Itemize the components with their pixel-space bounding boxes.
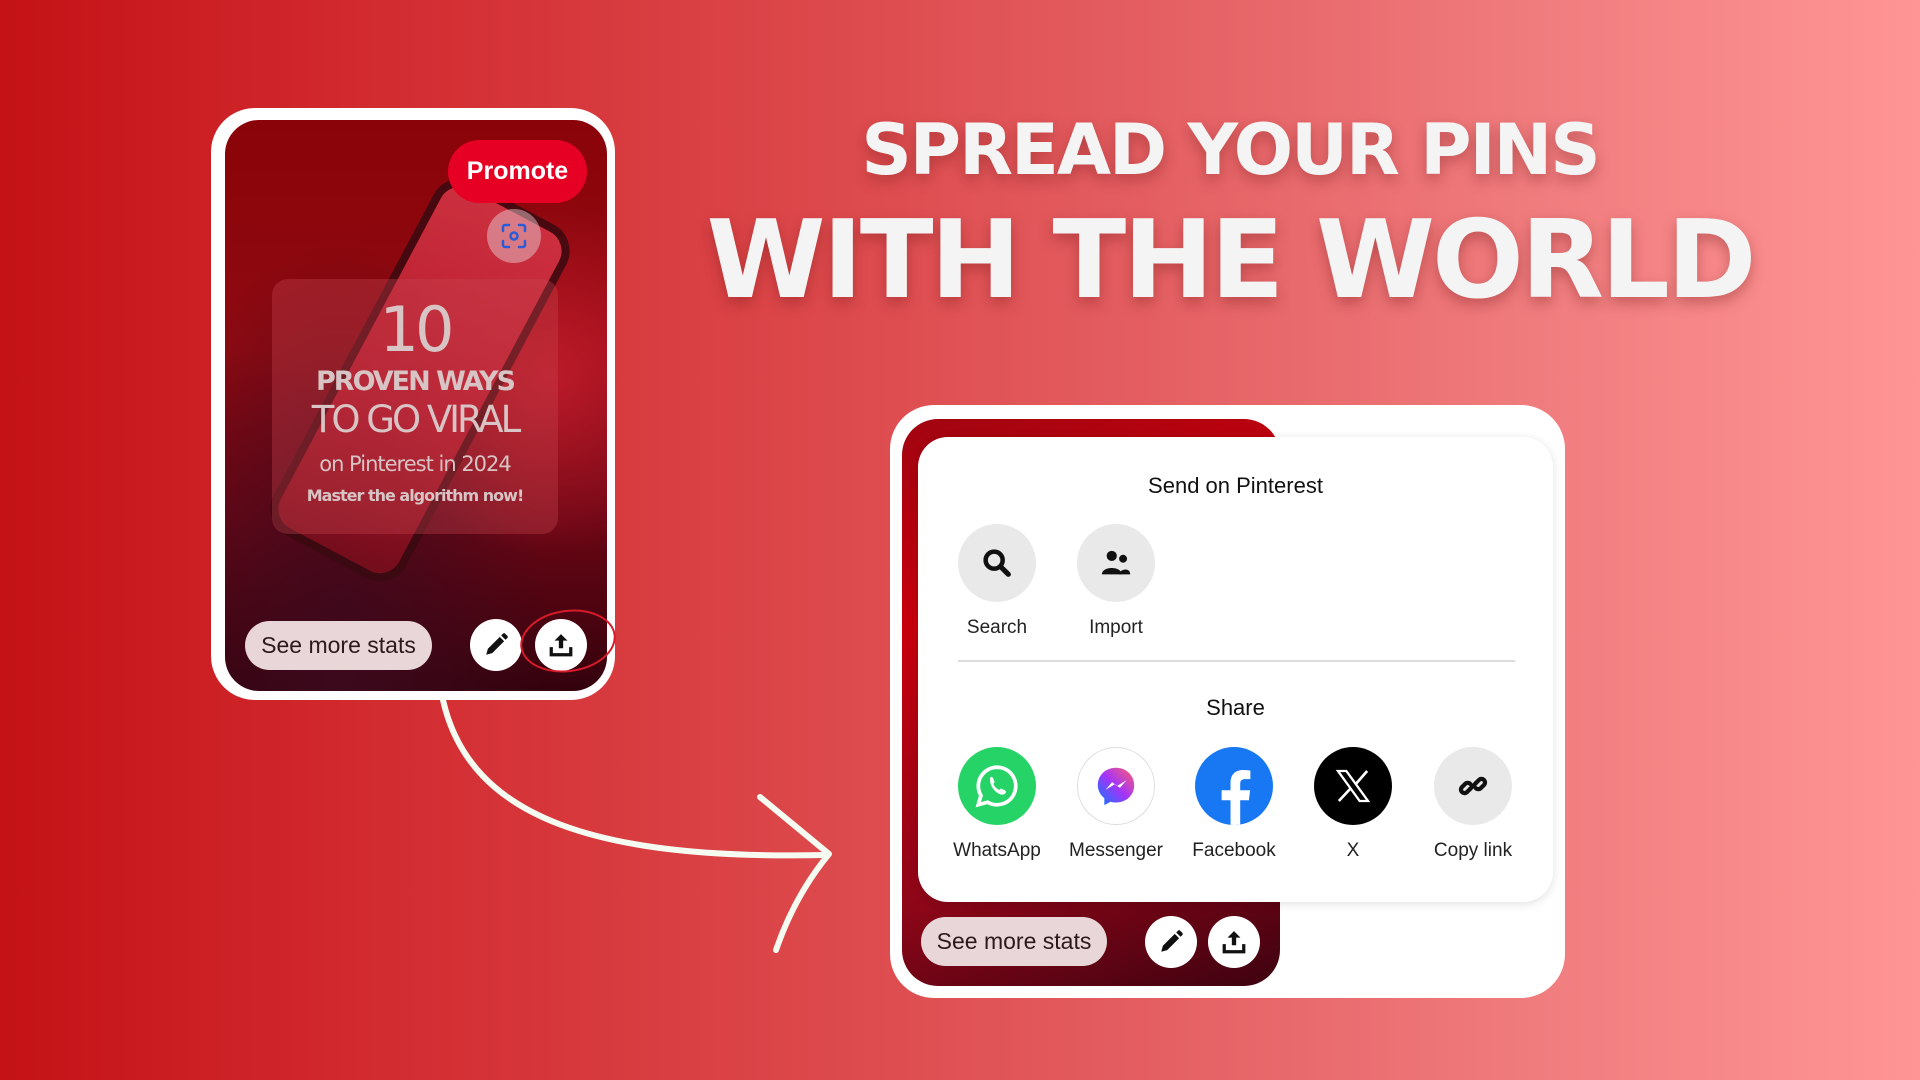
lens-scan-icon[interactable] <box>487 209 541 263</box>
see-more-stats-button[interactable]: See more stats <box>245 621 432 670</box>
option-label: WhatsApp <box>953 840 1041 861</box>
see-more-stats-button[interactable]: See more stats <box>921 917 1107 966</box>
pin-text-line: PROVEN WAYS <box>315 366 516 397</box>
search-icon <box>958 524 1036 602</box>
headline-line-2: WITH THE WORLD <box>706 198 1757 323</box>
x-icon <box>1314 747 1392 825</box>
link-icon <box>1434 747 1512 825</box>
pin-card[interactable]: 10 PROVEN WAYS TO GO VIRAL on Pinterest … <box>225 120 607 691</box>
messenger-icon <box>1077 747 1155 825</box>
share-button[interactable] <box>535 619 587 671</box>
share-option-x[interactable]: X <box>1293 747 1413 862</box>
option-label: Import <box>1089 617 1143 638</box>
facebook-icon <box>1195 747 1273 825</box>
edit-button[interactable] <box>1145 916 1197 968</box>
share-heading: Share <box>1206 695 1265 720</box>
divider <box>958 660 1515 662</box>
people-icon <box>1077 524 1155 602</box>
share-popup: Send on Pinterest Search Import Share Wh… <box>918 437 1553 902</box>
upload-share-icon <box>549 634 573 657</box>
pin-number: 10 <box>379 293 455 366</box>
send-option-search[interactable]: Search <box>937 524 1057 639</box>
popup-title: Send on Pinterest <box>1148 473 1323 498</box>
whatsapp-icon <box>958 747 1036 825</box>
option-label: Copy link <box>1433 840 1513 861</box>
option-label: Search <box>966 617 1028 638</box>
share-button[interactable] <box>1208 916 1260 968</box>
share-option-facebook[interactable]: Facebook <box>1174 747 1294 862</box>
pencil-icon <box>1161 930 1183 952</box>
edit-button[interactable] <box>470 619 522 671</box>
pin-overlay-textbox: 10 PROVEN WAYS TO GO VIRAL on Pinterest … <box>272 279 558 534</box>
headline-line-1: SPREAD YOUR PINS <box>861 109 1600 191</box>
share-option-messenger[interactable]: Messenger <box>1056 747 1176 862</box>
share-option-whatsapp[interactable]: WhatsApp <box>937 747 1057 862</box>
upload-share-icon <box>1222 931 1246 954</box>
pencil-icon <box>486 633 508 655</box>
promote-button[interactable]: Promote <box>448 140 587 203</box>
curved-arrow <box>440 697 829 859</box>
option-label: X <box>1346 840 1360 861</box>
arrow-head <box>757 794 832 953</box>
pin-text-line: Master the algorithm now! <box>306 486 525 505</box>
share-option-copy-link[interactable]: Copy link <box>1413 747 1533 862</box>
option-label: Facebook <box>1192 840 1276 861</box>
pin-text-line: TO GO VIRAL <box>311 398 521 441</box>
pin-text-line: on Pinterest in 2024 <box>319 452 512 476</box>
send-option-import[interactable]: Import <box>1056 524 1176 639</box>
option-label: Messenger <box>1069 840 1163 861</box>
